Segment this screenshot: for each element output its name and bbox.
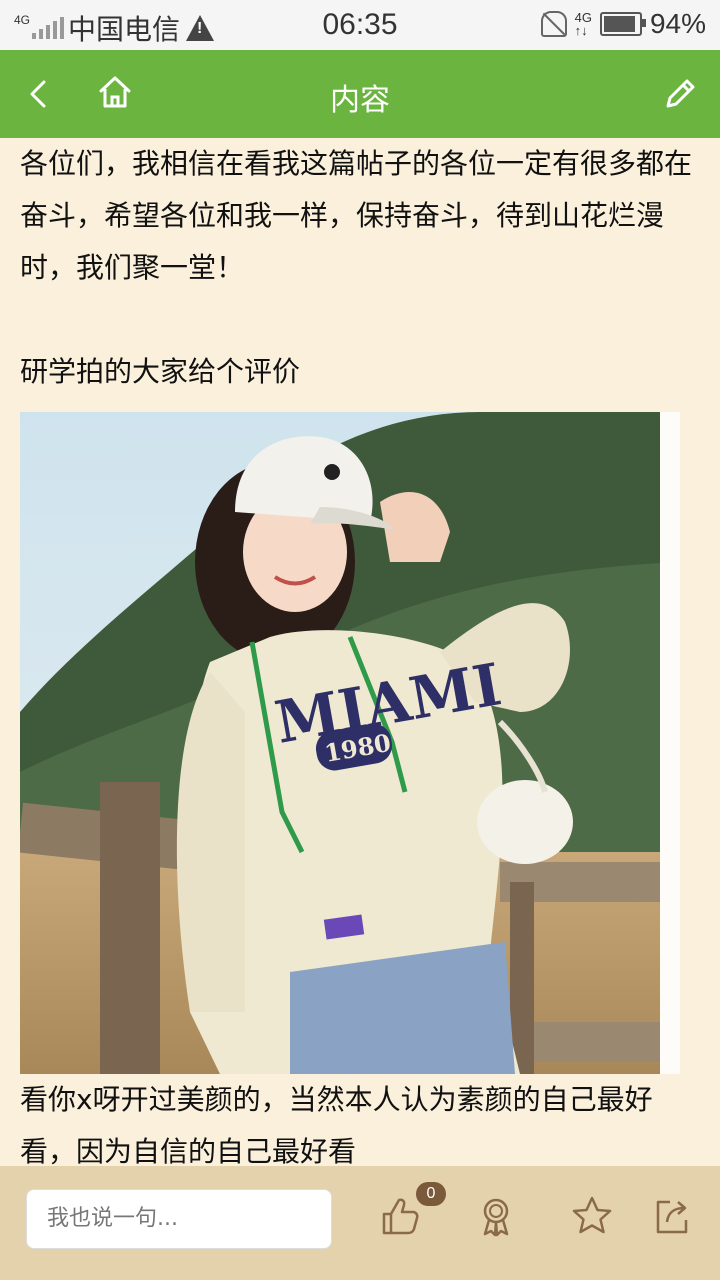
mute-bell-icon <box>540 11 567 37</box>
photo-illustration: MIAMI 1980 <box>20 412 680 1074</box>
bottom-action-bar: 我也说一句... 0 <box>0 1166 720 1280</box>
award-ribbon-icon[interactable] <box>474 1194 518 1238</box>
battery-icon <box>599 12 646 36</box>
post-paragraph: 各位们，我相信在看我这篇帖子的各位一定有很多都在奋斗，希望各位和我一样，保持奋斗… <box>20 147 693 284</box>
edit-pencil-icon[interactable] <box>660 74 698 114</box>
star-favorite-icon[interactable] <box>570 1194 614 1238</box>
status-bar: 4G 中国电信 06:35 4G↑↓ 94% <box>0 0 720 50</box>
nav-bar: 内容 <box>0 50 720 138</box>
post-paragraph: 看你x呀开过美颜的，当然本人认为素颜的自己最好看，因为自信的自己最好看 <box>20 1083 653 1168</box>
like-count-badge: 0 <box>416 1182 446 1206</box>
thumbs-up-icon[interactable] <box>378 1194 422 1238</box>
post-content: 各位们，我相信在看我这篇帖子的各位一定有很多都在奋斗，希望各位和我一样，保持奋斗… <box>20 138 700 1178</box>
status-right: 4G ↑↓ 94% <box>540 8 706 40</box>
network-type-right: 4G ↑↓ <box>574 10 592 38</box>
share-icon[interactable] <box>650 1194 694 1238</box>
post-photo[interactable]: MIAMI 1980 <box>20 412 680 1074</box>
page-title: 内容 <box>330 83 390 118</box>
battery-level: 94% <box>649 8 706 39</box>
post-paragraph: 研学拍的大家给个评价 <box>20 355 301 388</box>
comment-input[interactable]: 我也说一句... <box>26 1189 332 1249</box>
